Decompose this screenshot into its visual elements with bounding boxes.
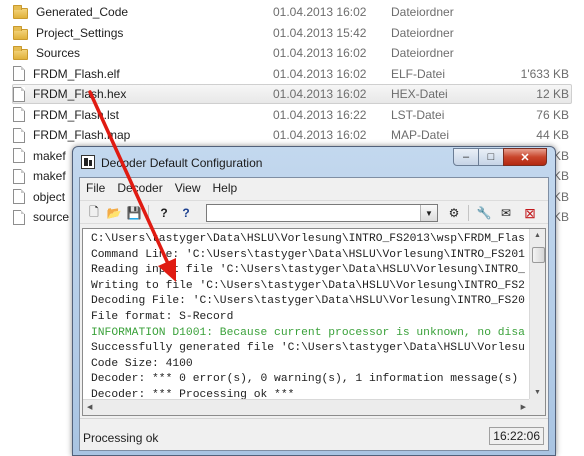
file-icon xyxy=(13,168,25,184)
file-row[interactable]: FRDM_Flash.lst 01.04.2013 16:22 LST-Datei 7… xyxy=(12,105,572,125)
file-date: 01.04.2013 16:02 xyxy=(273,46,367,60)
configuration-combo-box[interactable]: ▼ xyxy=(206,204,438,222)
dropdown-arrow-icon[interactable]: ▼ xyxy=(420,205,437,221)
folder-icon xyxy=(13,46,28,60)
menu-file[interactable]: File xyxy=(80,181,111,195)
file-name: FRDM_Flash.lst xyxy=(33,107,120,122)
log-line: Reading input file 'C:\Users\tastyger\Da… xyxy=(91,264,525,277)
file-size: 76 KB xyxy=(536,107,569,122)
output-text: C:\Users\tastyger\Data\HSLU\Vorlesung\IN… xyxy=(91,232,525,404)
folder-icon xyxy=(13,5,28,19)
log-line: Code Size: 4100 xyxy=(91,357,193,370)
toolbar-separator xyxy=(148,205,149,221)
file-date: 01.04.2013 16:02 xyxy=(273,87,367,101)
file-name: Sources xyxy=(36,46,81,60)
log-line: C:\Users\tastyger\Data\HSLU\Vorlesung\IN… xyxy=(91,233,525,245)
scroll-right-icon[interactable]: ▶ xyxy=(521,403,526,411)
log-line: File format: S-Record xyxy=(91,310,234,323)
vertical-scrollbar[interactable]: ▲ ▼ xyxy=(529,229,545,399)
scroll-up-icon[interactable]: ▲ xyxy=(534,232,541,239)
file-size: 1'633 KB xyxy=(520,66,569,81)
open-folder-icon[interactable]: 📂 xyxy=(106,205,122,221)
file-type: Dateiordner xyxy=(391,46,454,60)
file-type: LST-Datei xyxy=(391,107,445,122)
output-pane[interactable]: C:\Users\tastyger\Data\HSLU\Vorlesung\IN… xyxy=(82,228,546,416)
options-wrench-icon[interactable]: 🔧 xyxy=(476,205,492,221)
window-title: Decoder Default Configuration xyxy=(101,156,263,170)
folder-icon xyxy=(13,25,28,40)
file-name: Generated_Code xyxy=(36,5,129,19)
log-line: Decoder: *** 0 error(s), 0 warning(s), 1… xyxy=(91,373,519,386)
menu-bar: File Decoder View Help xyxy=(80,178,548,198)
file-date: 01.04.2013 16:02 xyxy=(273,5,367,19)
file-name: FRDM_Flash.hex xyxy=(33,87,127,101)
file-icon xyxy=(13,209,25,225)
log-line: Writing to file 'C:\Users\tastyger\Data\… xyxy=(91,279,525,292)
file-row[interactable]: FRDM_Flash.hex 01.04.2013 16:02 HEX-Datei 1… xyxy=(12,84,572,104)
scrollbar-corner xyxy=(529,399,545,415)
log-line: Decoding File: 'C:\Users\tastyger\Data\H… xyxy=(91,295,525,308)
file-size: 12 KB xyxy=(536,87,569,101)
scroll-down-icon[interactable]: ▼ xyxy=(534,389,541,396)
log-line: Command Line: 'C:\Users\tastyger\Data\HS… xyxy=(91,248,525,261)
file-name: FRDM_Flash.map xyxy=(33,128,131,142)
scroll-left-icon[interactable]: ◀ xyxy=(87,403,92,411)
status-time: 16:22:06 xyxy=(489,427,544,445)
toolbar-separator xyxy=(468,205,469,221)
file-type: Dateiordner xyxy=(391,25,454,40)
title-bar[interactable]: Decoder Default Configuration ‒ □ ✕ xyxy=(73,147,555,177)
file-icon xyxy=(13,189,25,204)
status-text: Processing ok xyxy=(83,431,159,445)
file-type: Dateiordner xyxy=(391,5,454,19)
file-date: 01.04.2013 15:42 xyxy=(273,25,367,40)
file-name: Project_Settings xyxy=(36,25,124,40)
horizontal-scrollbar[interactable]: ◀ ▶ xyxy=(83,399,530,415)
toolbar: 🗋 📂 💾 ? ? ▼ ⚙ 🔧 ✉ ⊠ xyxy=(80,200,548,224)
file-size: 44 KB xyxy=(536,128,569,142)
decoder-app-icon[interactable] xyxy=(81,155,95,169)
log-line: Successfully generated file 'C:\Users\ta… xyxy=(91,342,525,355)
decode-icon[interactable]: ⚙ xyxy=(446,205,462,221)
file-date: 01.04.2013 16:02 xyxy=(273,66,367,81)
menu-decoder[interactable]: Decoder xyxy=(111,181,168,195)
file-row[interactable]: Project_Settings 01.04.2013 15:42 Dateiord… xyxy=(12,23,572,43)
maximize-button[interactable]: □ xyxy=(478,148,504,166)
status-bar: Processing ok 16:22:06 xyxy=(80,418,548,450)
save-icon[interactable]: 💾 xyxy=(126,205,142,221)
file-date: 01.04.2013 16:02 xyxy=(273,128,367,142)
file-icon xyxy=(13,148,25,163)
vertical-scroll-thumb[interactable] xyxy=(532,247,545,263)
file-icon xyxy=(13,86,25,102)
close-button[interactable]: ✕ xyxy=(503,148,547,166)
file-date: 01.04.2013 16:22 xyxy=(273,107,367,122)
minimize-button[interactable]: ‒ xyxy=(453,148,479,166)
file-row[interactable]: FRDM_Flash.map 01.04.2013 16:02 MAP-Datei 4… xyxy=(12,125,572,145)
file-row[interactable]: Sources 01.04.2013 16:02 Dateiordner xyxy=(12,43,572,63)
new-file-icon[interactable]: 🗋 xyxy=(86,205,102,221)
file-row[interactable]: FRDM_Flash.elf 01.04.2013 16:02 ELF-Datei 1… xyxy=(12,64,572,84)
file-icon xyxy=(13,66,25,81)
file-name: FRDM_Flash.elf xyxy=(33,66,120,81)
stop-icon[interactable]: ⊠ xyxy=(522,205,538,221)
log-line: INFORMATION D1001: Because current proce… xyxy=(91,326,525,339)
client-area: File Decoder View Help 🗋 📂 💾 ? ? ▼ ⚙ 🔧 ✉… xyxy=(79,177,549,451)
file-type: HEX-Datei xyxy=(391,87,448,101)
file-icon xyxy=(13,107,25,122)
decoder-window: Decoder Default Configuration ‒ □ ✕ File… xyxy=(72,146,556,456)
mail-icon[interactable]: ✉ xyxy=(498,205,514,221)
menu-view[interactable]: View xyxy=(169,181,207,195)
file-icon xyxy=(13,127,25,143)
file-type: MAP-Datei xyxy=(391,128,450,142)
help-icon[interactable]: ? xyxy=(156,205,172,221)
menu-help[interactable]: Help xyxy=(207,181,244,195)
context-help-icon[interactable]: ? xyxy=(178,205,194,221)
file-row[interactable]: Generated_Code 01.04.2013 16:02 Dateiordne… xyxy=(12,2,572,22)
file-type: ELF-Datei xyxy=(391,66,446,81)
